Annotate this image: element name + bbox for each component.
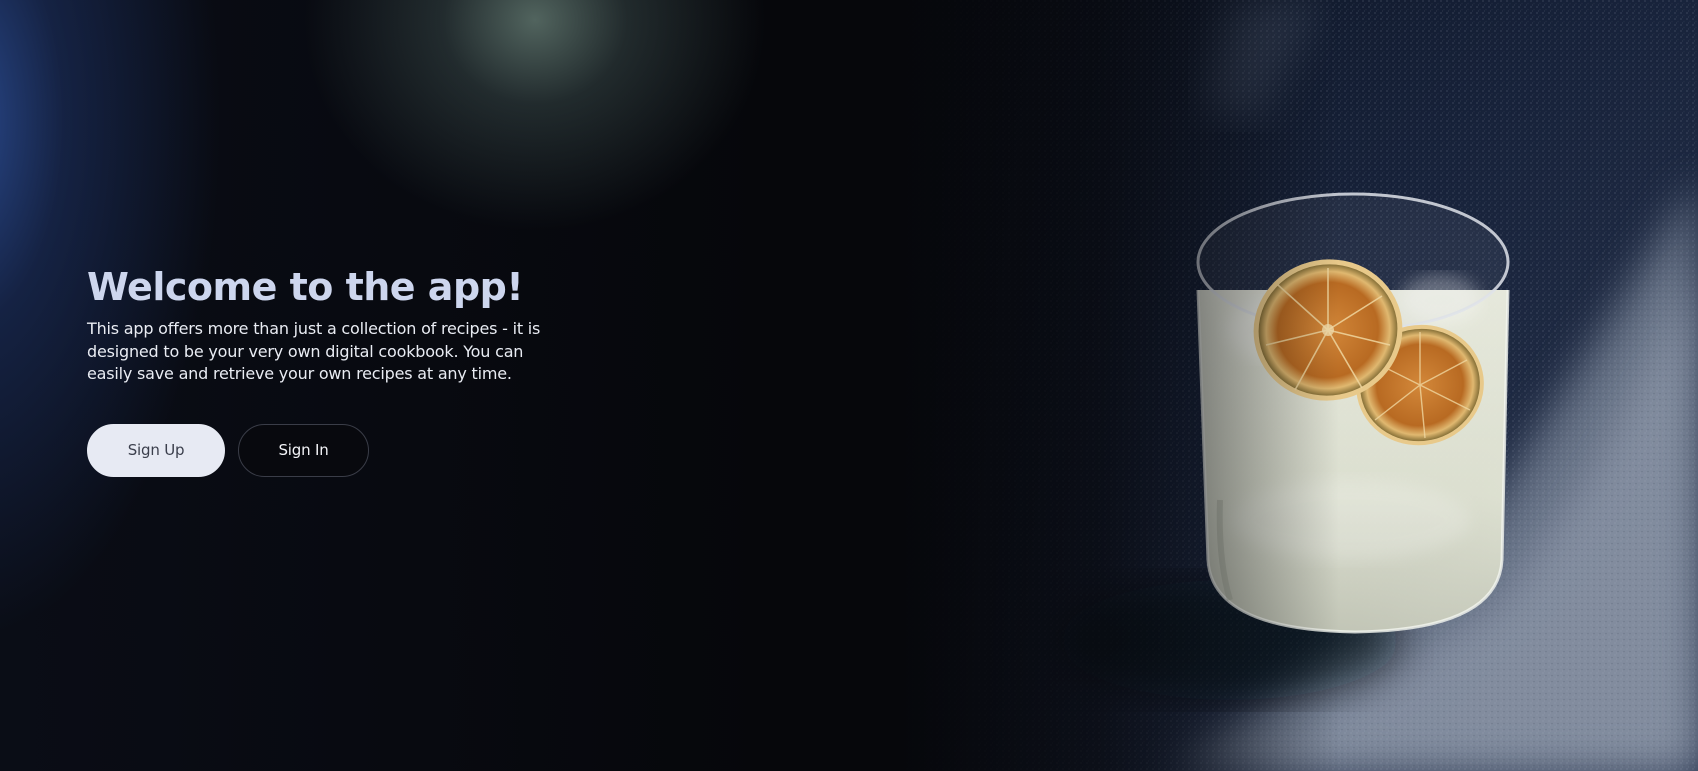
sign-up-button[interactable]: Sign Up: [87, 423, 225, 477]
auth-actions: Sign Up Sign In: [87, 423, 557, 477]
welcome-page: Welcome to the app! This app offers more…: [0, 0, 1698, 771]
hero-section: Welcome to the app! This app offers more…: [87, 262, 557, 477]
sign-in-button[interactable]: Sign In: [238, 423, 369, 477]
page-title: Welcome to the app!: [87, 265, 524, 309]
hero-description: This app offers more than just a collect…: [87, 319, 541, 383]
hero-image-cocktail-glass: [900, 0, 1698, 771]
